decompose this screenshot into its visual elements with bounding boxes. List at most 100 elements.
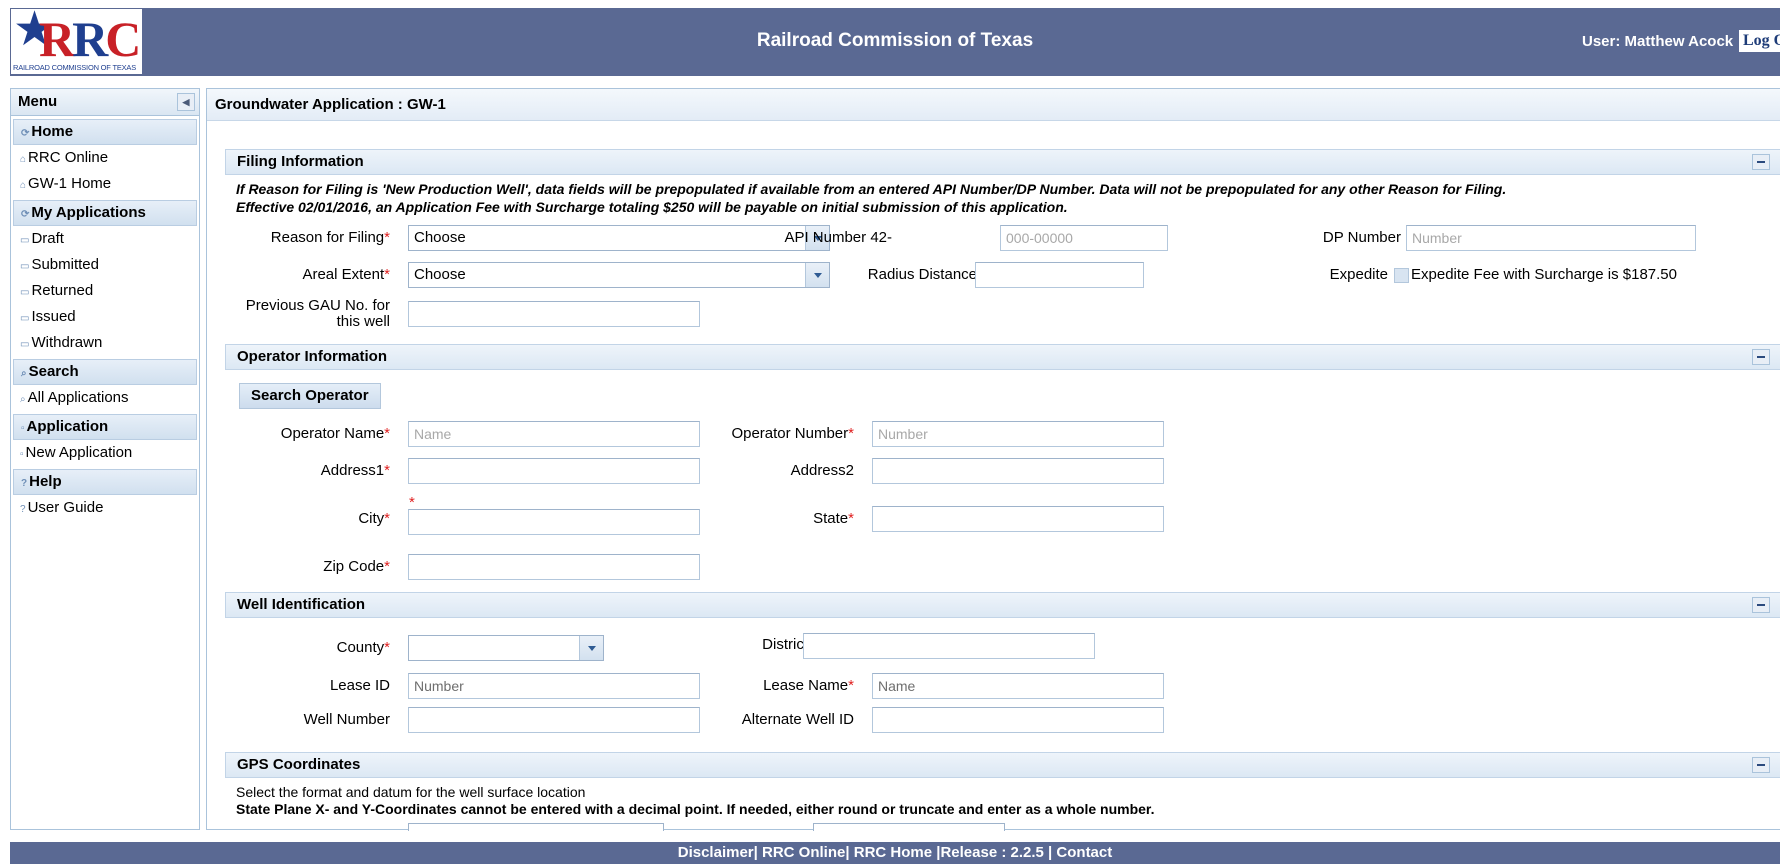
radius-distance-label: Radius Distance bbox=[867, 266, 977, 283]
gps-note-decimal: State Plane X- and Y-Coordinates cannot … bbox=[236, 801, 1155, 817]
required-marker: * bbox=[848, 425, 854, 442]
home-icon: ⌂ bbox=[20, 154, 27, 165]
operator-name-input[interactable]: Name bbox=[408, 421, 700, 447]
city-label: City* bbox=[358, 510, 390, 527]
reason-for-filing-select[interactable]: Choose bbox=[408, 225, 830, 251]
refresh-icon: ⟳ bbox=[21, 209, 30, 220]
gps-note-format: Select the format and datum for the well… bbox=[236, 784, 586, 800]
chevron-left-icon: ◀ bbox=[182, 97, 190, 107]
sidebar-item-all-applications[interactable]: ⌕ All Applications bbox=[11, 385, 199, 411]
operator-number-label: Operator Number* bbox=[731, 425, 854, 442]
sidebar-item-withdrawn[interactable]: ▭ Withdrawn bbox=[11, 330, 199, 356]
user-label: User: Matthew Acock bbox=[1582, 33, 1734, 50]
collapse-section-button[interactable] bbox=[1752, 349, 1770, 365]
footer-link-disclaimer[interactable]: Disclaimer bbox=[678, 844, 754, 861]
sidebar-item-rrc-online[interactable]: ⌂ RRC Online bbox=[11, 145, 199, 171]
sidebar-section-help[interactable]: ? Help bbox=[13, 469, 197, 495]
alternate-well-id-label: Alternate Well ID bbox=[741, 711, 854, 728]
address2-input[interactable] bbox=[872, 458, 1164, 484]
folder-icon: ▭ bbox=[20, 287, 30, 298]
dp-number-input[interactable]: Number bbox=[1406, 225, 1696, 251]
required-marker: * bbox=[384, 639, 390, 656]
required-marker: * bbox=[848, 677, 854, 694]
expedite-fee-text: Expedite Fee with Surcharge is $187.50 bbox=[1411, 266, 1677, 283]
sidebar-item-draft[interactable]: ▭ Draft bbox=[11, 226, 199, 252]
sidebar-item-submitted[interactable]: ▭ Submitted bbox=[11, 252, 199, 278]
label-line-1: Previous GAU No. for bbox=[245, 297, 390, 314]
help-icon: ? bbox=[21, 478, 28, 489]
collapse-section-button[interactable] bbox=[1752, 154, 1770, 170]
footer-link-contact[interactable]: Contact bbox=[1056, 844, 1112, 861]
lease-id-input[interactable]: Number bbox=[408, 673, 700, 699]
lease-name-label: Lease Name* bbox=[763, 677, 854, 694]
logout-button[interactable]: Log O bbox=[1739, 30, 1780, 52]
gps-datum-select[interactable] bbox=[813, 823, 1005, 831]
alternate-well-id-input[interactable] bbox=[872, 707, 1164, 733]
gps-format-select[interactable] bbox=[408, 823, 664, 831]
document-icon: ▫ bbox=[21, 423, 25, 434]
county-label: County* bbox=[337, 639, 390, 656]
app-title: Railroad Commission of Texas bbox=[756, 30, 1034, 51]
county-select[interactable] bbox=[408, 635, 604, 661]
radius-distance-input[interactable] bbox=[975, 262, 1144, 288]
collapse-menu-button[interactable]: ◀ bbox=[177, 93, 195, 111]
sidebar-section-my-applications[interactable]: ⟳ My Applications bbox=[13, 200, 197, 226]
previous-gau-input[interactable] bbox=[408, 301, 700, 327]
api-number-label: API Number 42- bbox=[784, 229, 892, 246]
sidebar-menu: Menu ◀ ⟳ Home ⌂ RRC Online ⌂ GW-1 Home ⟳ My … bbox=[10, 88, 200, 830]
sidebar-item-user-guide[interactable]: ? User Guide bbox=[11, 495, 199, 521]
areal-extent-select[interactable]: Choose bbox=[408, 262, 830, 288]
footer-release: Release : 2.2.5 bbox=[940, 844, 1044, 861]
label-text: Operator Name bbox=[280, 425, 385, 442]
lease-id-label: Lease ID bbox=[329, 677, 390, 694]
operator-number-input[interactable]: Number bbox=[872, 421, 1164, 447]
collapse-section-button[interactable] bbox=[1752, 757, 1770, 773]
sidebar-section-label: Search bbox=[28, 363, 79, 380]
filing-note-prepopulate: If Reason for Filing is 'New Production … bbox=[236, 181, 1507, 197]
previous-gau-label: Previous GAU No. for this well bbox=[246, 298, 390, 330]
search-operator-button[interactable]: Search Operator bbox=[239, 383, 381, 409]
address2-label: Address2 bbox=[790, 462, 854, 479]
chevron-down-icon[interactable] bbox=[579, 636, 603, 660]
sidebar-item-label: RRC Online bbox=[28, 149, 109, 166]
well-number-label: Well Number bbox=[303, 711, 390, 728]
collapse-section-button[interactable] bbox=[1752, 597, 1770, 613]
search-icon: ⌕ bbox=[21, 368, 27, 379]
chevron-down-icon[interactable] bbox=[805, 263, 829, 287]
well-number-input[interactable] bbox=[408, 707, 700, 733]
state-input[interactable] bbox=[872, 506, 1164, 532]
sidebar-item-returned[interactable]: ▭ Returned bbox=[11, 278, 199, 304]
api-number-input[interactable]: 000-00000 bbox=[1000, 225, 1168, 251]
lease-name-input[interactable]: Name bbox=[872, 673, 1164, 699]
district-input[interactable] bbox=[803, 633, 1095, 659]
required-marker: * bbox=[384, 266, 390, 283]
sidebar-section-label: Home bbox=[31, 123, 74, 140]
sidebar-item-new-application[interactable]: ▫ New Application bbox=[11, 440, 199, 466]
sidebar-section-label: My Applications bbox=[31, 204, 146, 221]
dp-number-label: DP Number bbox=[1322, 229, 1401, 246]
operator-information-header: Operator Information bbox=[225, 344, 1780, 370]
gps-coordinates-header: GPS Coordinates bbox=[225, 752, 1780, 778]
sidebar-item-label: New Application bbox=[25, 444, 133, 461]
footer-link-rrc-online[interactable]: RRC Online bbox=[762, 844, 845, 861]
sidebar-section-application[interactable]: ▫ Application bbox=[13, 414, 197, 440]
zip-code-input[interactable] bbox=[408, 554, 700, 580]
sidebar-section-search[interactable]: ⌕ Search bbox=[13, 359, 197, 385]
required-marker: * bbox=[848, 510, 854, 527]
city-input[interactable] bbox=[408, 509, 700, 535]
select-value: Choose bbox=[414, 266, 466, 283]
required-marker: * bbox=[384, 558, 390, 575]
required-marker: * bbox=[384, 425, 390, 442]
footer-link-rrc-home[interactable]: RRC Home bbox=[854, 844, 932, 861]
address1-input[interactable] bbox=[408, 458, 700, 484]
expedite-label: Expedite bbox=[1329, 266, 1388, 283]
footer-separator: | bbox=[845, 844, 854, 861]
expedite-checkbox[interactable] bbox=[1394, 268, 1409, 283]
sidebar-item-gw1-home[interactable]: ⌂ GW-1 Home bbox=[11, 171, 199, 197]
areal-extent-label: Areal Extent* bbox=[302, 266, 390, 283]
sidebar-item-issued[interactable]: ▭ Issued bbox=[11, 304, 199, 330]
sidebar-section-home[interactable]: ⟳ Home bbox=[13, 119, 197, 145]
app-header: ★ RRC RAILROAD COMMISSION OF TEXAS Railr… bbox=[10, 5, 1780, 76]
section-title: Filing Information bbox=[237, 153, 364, 170]
footer-bar: Disclaimer| RRC Online| RRC Home |Releas… bbox=[10, 842, 1780, 864]
